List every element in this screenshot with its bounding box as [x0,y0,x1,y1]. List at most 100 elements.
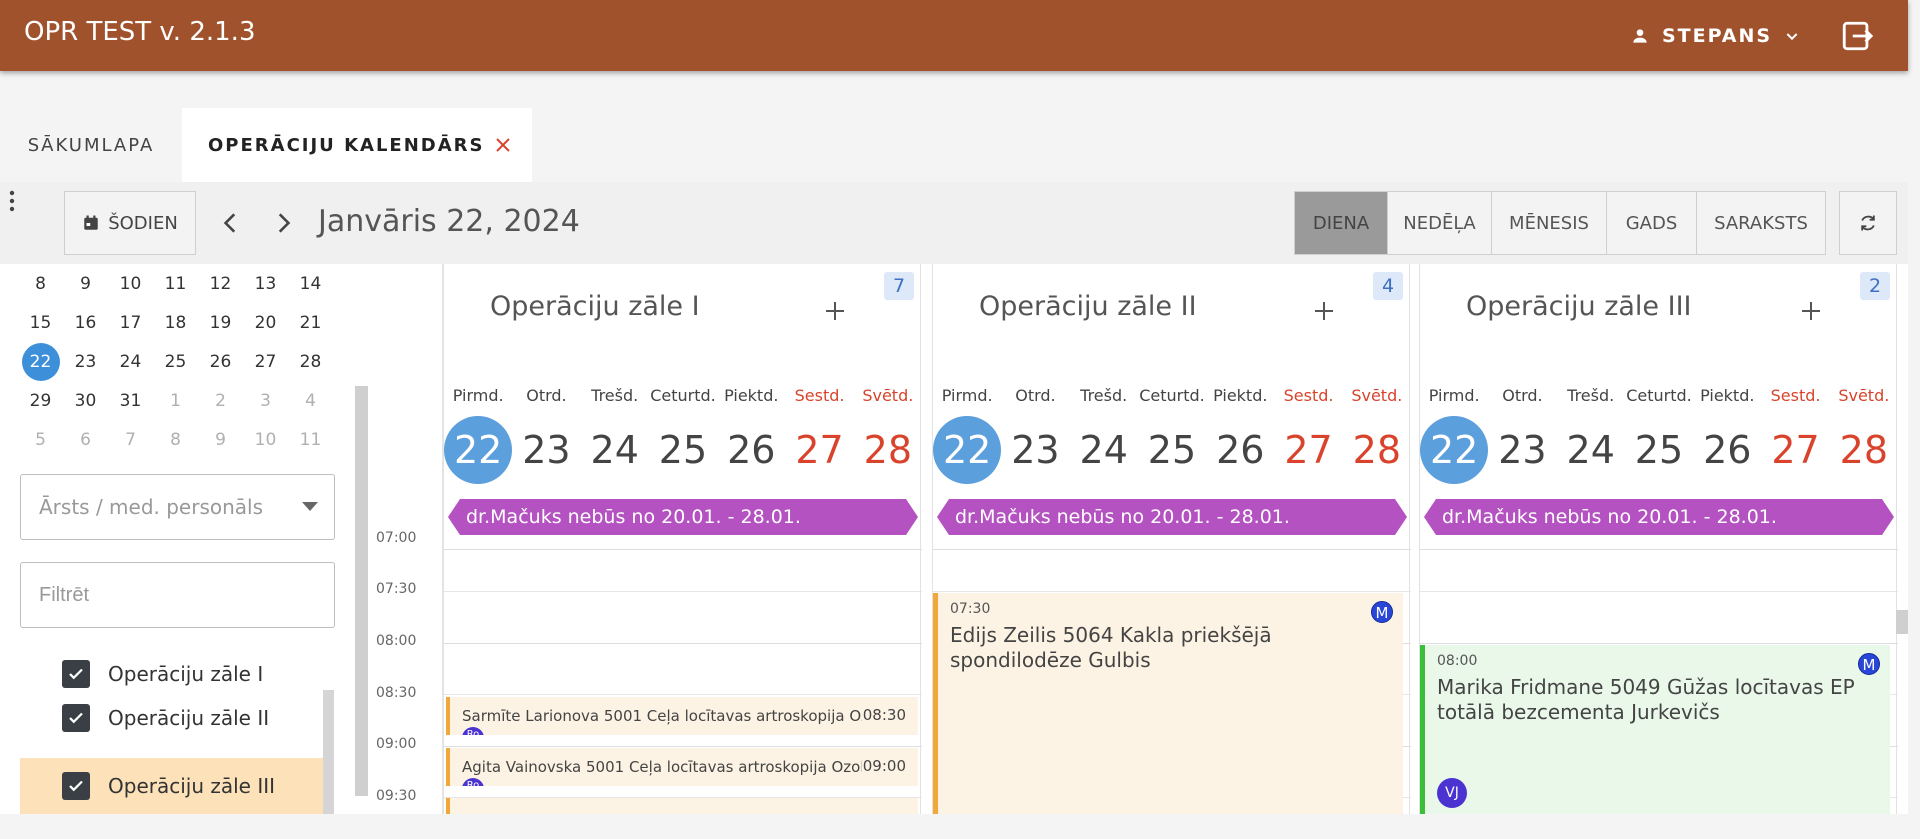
event-card[interactable]: Agita Vainovska 5001 Ceļa locītavas artr… [446,748,918,786]
mini-calendar-day[interactable]: 17 [108,313,153,333]
day-number[interactable]: 27 [1761,416,1829,484]
day-number[interactable]: 26 [1693,416,1761,484]
mini-calendar-day[interactable]: 7 [108,430,153,450]
view-month-button[interactable]: MĒNESIS [1491,191,1607,255]
mini-calendar-day[interactable]: 19 [198,313,243,333]
mini-calendar-day[interactable]: 8 [18,274,63,294]
event-card[interactable]: 07:30 Edijs Zeilis 5064 Kakla priekšējā … [933,593,1403,814]
filter-input[interactable] [20,562,335,628]
mini-calendar-day[interactable]: 6 [63,430,108,450]
mini-calendar-day[interactable]: 4 [288,391,333,411]
checkbox-checked-icon[interactable] [62,704,90,732]
mini-calendar: 8 9 10 11 12 13 14 15 16 17 18 19 20 21 22 23 24 25 26 27 28… [18,264,333,459]
view-year-button[interactable]: GADS [1606,191,1697,255]
mini-calendar-day[interactable]: 20 [243,313,288,333]
day-number[interactable]: 28 [854,416,922,484]
absence-banner[interactable]: dr.Mačuks nebūs no 20.01. - 28.01. [1424,499,1894,535]
mini-calendar-day[interactable]: 28 [288,352,333,372]
mini-calendar-day[interactable]: 26 [198,352,243,372]
tab-operation-calendar[interactable]: OPERĀCIJU KALENDĀRS [182,108,532,182]
mini-calendar-day[interactable]: 11 [153,274,198,294]
mini-calendar-day[interactable]: 24 [108,352,153,372]
user-menu[interactable]: STEPANS [1630,20,1800,52]
plus-icon[interactable] [824,300,846,322]
chevron-right-icon[interactable] [270,210,296,236]
day-number[interactable]: 22 [1420,416,1489,484]
event-card[interactable] [446,798,918,814]
mini-calendar-day[interactable]: 25 [153,352,198,372]
day-number[interactable]: 25 [649,416,717,484]
mini-calendar-day[interactable]: 22 [18,342,63,381]
day-number[interactable]: 24 [1070,416,1138,484]
mini-calendar-day[interactable]: 30 [63,391,108,411]
more-vertical-icon[interactable] [0,182,24,220]
mini-calendar-day[interactable]: 2 [198,391,243,411]
mini-calendar-day[interactable]: 10 [243,430,288,450]
day-number[interactable]: 22 [444,416,513,484]
day-number[interactable]: 23 [512,416,580,484]
doctor-select[interactable]: Ārsts / med. personāls [20,474,335,540]
day-number[interactable]: 23 [1488,416,1556,484]
room-filter-2[interactable]: Operāciju zāle II [20,690,323,746]
time-label: 08:30 [376,685,417,701]
view-list-button[interactable]: SARAKSTS [1696,191,1826,255]
day-number[interactable]: 26 [717,416,785,484]
mini-calendar-day[interactable]: 5 [18,430,63,450]
checkbox-checked-icon[interactable] [62,660,90,688]
rooms-scrollbar[interactable] [323,690,334,814]
day-number[interactable]: 27 [1274,416,1342,484]
day-number[interactable]: 27 [785,416,853,484]
mini-calendar-day[interactable]: 13 [243,274,288,294]
event-card[interactable]: Sarmīte Larionova 5001 Ceļa locītavas ar… [446,697,918,735]
chevron-left-icon[interactable] [218,210,244,236]
mini-calendar-day[interactable]: 3 [243,391,288,411]
mini-calendar-day[interactable]: 16 [63,313,108,333]
mini-calendar-day[interactable]: 12 [198,274,243,294]
avatar: Ro [462,727,484,735]
mini-calendar-day[interactable]: 15 [18,313,63,333]
weekday-label: Ceturtd. [1139,386,1205,405]
day-number[interactable]: 25 [1625,416,1693,484]
mini-calendar-day[interactable]: 31 [108,391,153,411]
mini-calendar-day[interactable]: 11 [288,430,333,450]
caret-down-icon [302,502,318,511]
refresh-button[interactable] [1839,191,1897,255]
logout-icon[interactable] [1840,19,1874,53]
grid-line [1420,643,1898,644]
day-number[interactable]: 24 [581,416,649,484]
mini-calendar-day[interactable]: 18 [153,313,198,333]
room-filter-3[interactable]: Operāciju zāle III [20,758,323,814]
plus-icon[interactable] [1800,300,1822,322]
tab-home[interactable]: SĀKUMLAPA [0,108,182,182]
day-number[interactable]: 25 [1138,416,1206,484]
day-number[interactable]: 23 [1001,416,1069,484]
close-icon[interactable] [493,135,513,155]
mini-calendar-day[interactable]: 10 [108,274,153,294]
day-number[interactable]: 22 [933,416,1002,484]
sidebar-scrollbar[interactable] [355,386,368,796]
day-number[interactable]: 28 [1830,416,1898,484]
day-number[interactable]: 28 [1343,416,1411,484]
day-number[interactable]: 24 [1557,416,1625,484]
mini-calendar-day[interactable]: 9 [63,274,108,294]
plus-icon[interactable] [1313,300,1335,322]
calendar-scrollbar[interactable] [1896,610,1908,634]
mini-calendar-day[interactable]: 21 [288,313,333,333]
mini-calendar-day[interactable]: 29 [18,391,63,411]
absence-banner[interactable]: dr.Mačuks nebūs no 20.01. - 28.01. [937,499,1407,535]
view-day-button[interactable]: DIENA [1294,191,1388,255]
today-button[interactable]: ŠODIEN [64,191,196,255]
mini-calendar-day[interactable]: 9 [198,430,243,450]
weekday-label: Trešd. [591,386,639,405]
mini-calendar-day[interactable]: 8 [153,430,198,450]
mini-calendar-day[interactable]: 14 [288,274,333,294]
absence-banner[interactable]: dr.Mačuks nebūs no 20.01. - 28.01. [448,499,918,535]
weekday-label: Sestd. [1283,386,1334,405]
mini-calendar-day[interactable]: 23 [63,352,108,372]
mini-calendar-day[interactable]: 27 [243,352,288,372]
checkbox-checked-icon[interactable] [62,772,90,800]
mini-calendar-day[interactable]: 1 [153,391,198,411]
event-card[interactable]: 08:00 Marika Fridmane 5049 Gūžas locītav… [1420,645,1890,814]
view-week-button[interactable]: NEDĒĻA [1387,191,1492,255]
day-number[interactable]: 26 [1206,416,1274,484]
